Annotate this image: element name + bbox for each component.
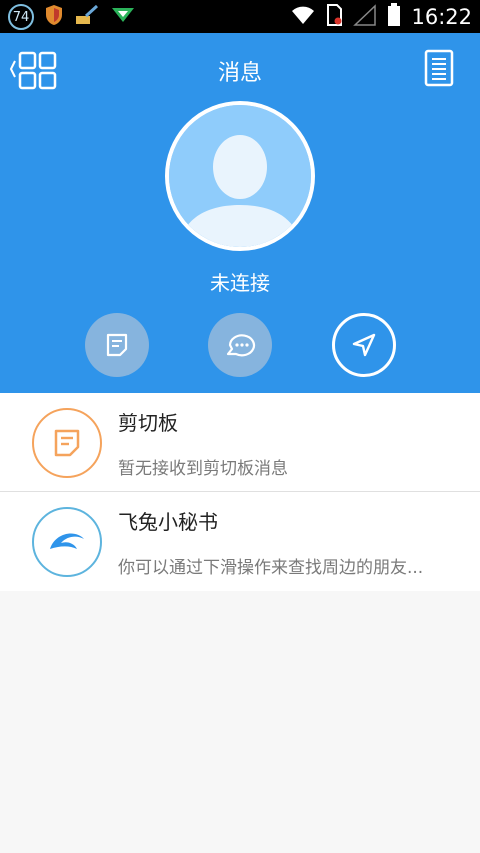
clipboard-action-button[interactable] — [85, 313, 149, 377]
avatar[interactable] — [165, 101, 315, 251]
wifi-icon — [291, 4, 315, 30]
user-silhouette-icon — [169, 105, 311, 247]
status-bar: 74 16:22 — [0, 0, 480, 33]
send-action-button[interactable] — [332, 313, 396, 377]
list-item-clipboard[interactable]: 剪切板 暂无接收到剪切板消息 — [0, 393, 480, 492]
list-item-subtitle: 你可以通过下滑操作来查找周边的朋友... — [118, 558, 424, 578]
chat-bubble-icon — [226, 334, 256, 357]
list-item-title: 飞兔小秘书 — [118, 510, 218, 534]
signal-icon — [353, 4, 377, 30]
note-icon — [106, 333, 128, 357]
sim-icon — [325, 3, 343, 31]
send-arrow-icon — [352, 333, 376, 357]
clipboard-note-icon — [32, 408, 102, 478]
shield-icon — [44, 4, 64, 30]
notification-count-icon: 74 — [8, 4, 34, 30]
document-button[interactable] — [422, 49, 458, 89]
broom-icon — [74, 4, 100, 30]
list-item-subtitle: 暂无接收到剪切板消息 — [118, 459, 288, 479]
download-arrow-icon — [110, 5, 136, 29]
connection-status: 未连接 — [210, 271, 270, 295]
chat-action-button[interactable] — [208, 313, 272, 377]
message-list: 剪切板 暂无接收到剪切板消息 飞兔小秘书 你可以通过下滑操作来查找周边的朋友..… — [0, 393, 480, 591]
clock: 16:22 — [411, 5, 472, 29]
feitu-logo-icon — [32, 507, 102, 577]
list-item-feitu-assistant[interactable]: 飞兔小秘书 你可以通过下滑操作来查找周边的朋友... — [0, 492, 480, 591]
list-item-title: 剪切板 — [118, 411, 178, 435]
header: 消息 未连接 — [0, 33, 480, 393]
battery-icon — [387, 3, 401, 31]
page-title: 消息 — [217, 61, 262, 86]
document-list-icon — [424, 49, 454, 87]
